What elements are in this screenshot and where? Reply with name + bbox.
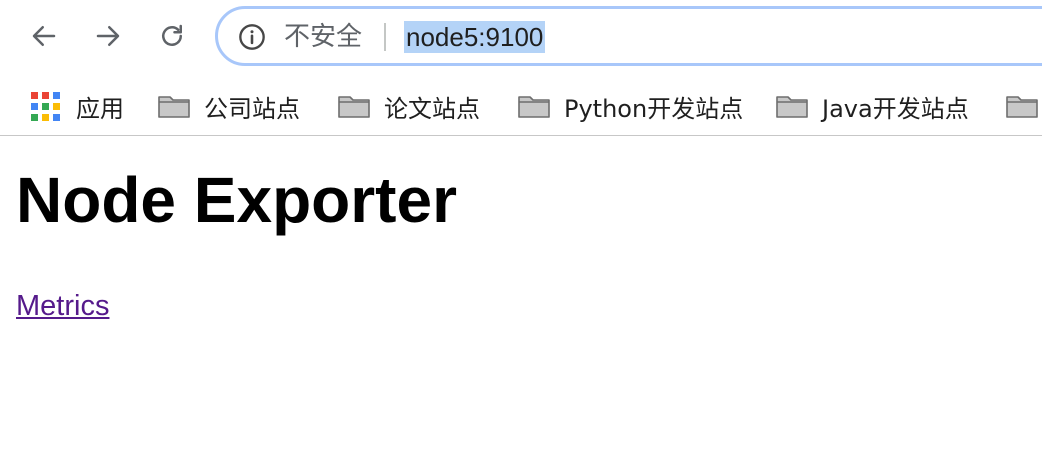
bookmark-label: 应用 [76, 94, 124, 123]
security-status-label[interactable]: 不安全 [284, 21, 362, 53]
omnibox-divider [384, 23, 386, 51]
bookmark-folder-company[interactable]: 公司站点 [158, 84, 300, 128]
folder-icon [158, 96, 190, 118]
folder-icon [518, 96, 550, 118]
back-button[interactable] [26, 18, 62, 54]
page-title: Node Exporter [16, 164, 457, 236]
address-bar[interactable]: 不安全 node5:9100 [215, 6, 1042, 66]
apps-grid-icon [30, 91, 60, 121]
folder-icon [776, 96, 808, 118]
bookmark-folder-java[interactable]: Java开发站点 [776, 84, 969, 128]
url-text[interactable]: node5:9100 [404, 21, 546, 53]
bookmark-label: Python开发站点 [564, 94, 744, 123]
info-icon[interactable] [238, 23, 266, 51]
bookmarks-bar: 应用 公司站点 论文站点 Python开发站点 Java开发站点 [0, 76, 1042, 136]
reload-button[interactable] [154, 18, 190, 54]
reload-icon [162, 24, 182, 46]
forward-button[interactable] [90, 18, 126, 54]
metrics-link[interactable]: Metrics [16, 290, 109, 323]
bookmark-folder-papers[interactable]: 论文站点 [338, 84, 480, 128]
bookmark-apps[interactable]: 应用 [30, 84, 124, 128]
folder-icon [1006, 96, 1038, 118]
bookmark-label: 公司站点 [204, 94, 300, 123]
browser-toolbar: 不安全 node5:9100 [0, 0, 1042, 76]
arrow-right-icon [96, 26, 120, 46]
bookmark-folder-more[interactable] [1006, 84, 1038, 128]
bookmark-folder-python[interactable]: Python开发站点 [518, 84, 743, 128]
arrow-left-icon [32, 26, 56, 46]
bookmark-label: Java开发站点 [822, 94, 969, 123]
bookmark-label: 论文站点 [384, 94, 480, 123]
page-content: Node Exporter Metrics [16, 160, 457, 322]
folder-icon [338, 96, 370, 118]
